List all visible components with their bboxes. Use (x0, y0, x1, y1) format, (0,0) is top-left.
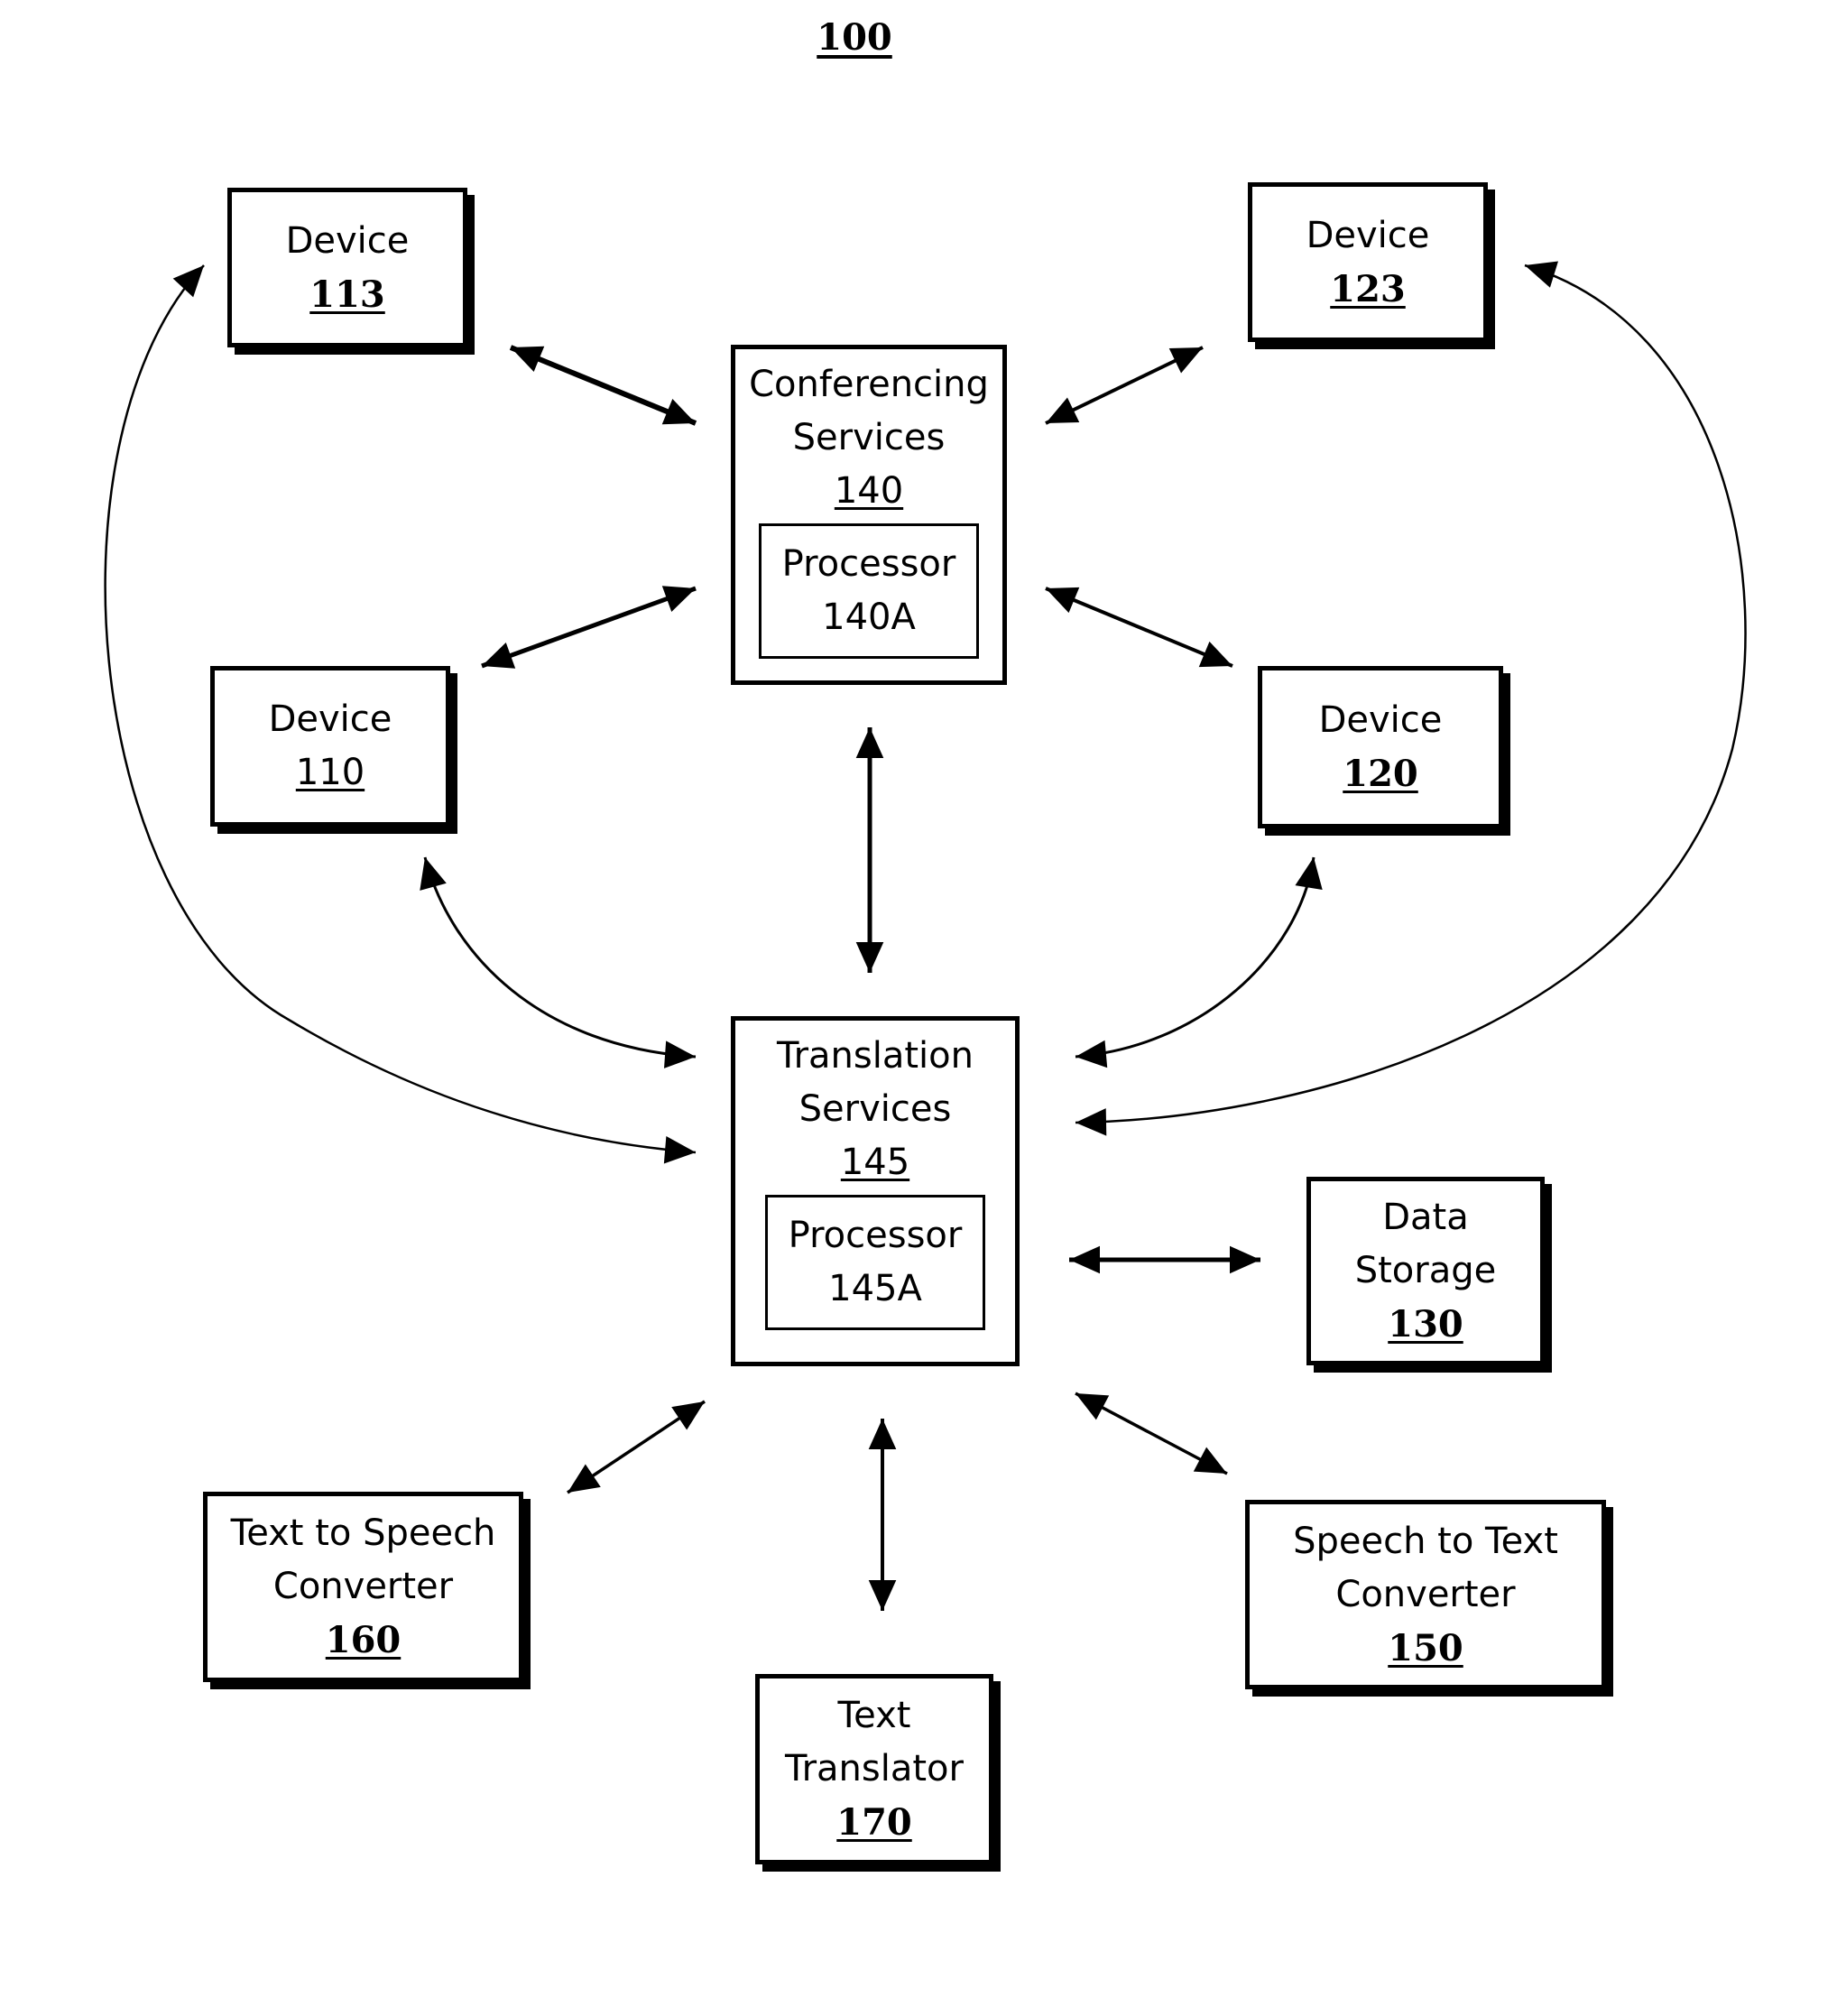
data-storage-box[interactable]: Data Storage 130 (1306, 1177, 1545, 1365)
arrowhead-145-130-start (1069, 1245, 1100, 1274)
stt-number: 150 (1388, 1626, 1463, 1669)
processor-140a-box[interactable]: Processor 140A (759, 523, 979, 659)
device-123-number: 123 (1330, 267, 1406, 310)
translation-line1: Translation (777, 1035, 974, 1077)
speech-to-text-box[interactable]: Speech to Text Converter 150 (1245, 1500, 1606, 1689)
arrowhead-140-145-end (855, 942, 884, 973)
arrowhead-123-145-end (1075, 1108, 1107, 1136)
conferencing-line2: Services (792, 417, 946, 458)
connector-110-140 (481, 586, 697, 669)
arrowhead-120-145-end (1075, 1040, 1108, 1068)
processor-145a-box[interactable]: Processor 145A (765, 1195, 985, 1330)
arrowhead-110-145-start (420, 857, 447, 891)
text-translator-box[interactable]: Text Translator 170 (755, 1674, 993, 1864)
arrowhead-120-145-start (1295, 857, 1323, 891)
processor-140a-label: Processor (781, 543, 956, 585)
translation-services-box[interactable]: Translation Services 145 Processor 145A (731, 1016, 1020, 1366)
arrowhead-110-145-end (664, 1040, 696, 1068)
device-120-label: Device (1318, 699, 1443, 741)
device-113-number: 113 (309, 273, 385, 316)
processor-145a-number: 145A (828, 1268, 922, 1309)
conferencing-services-box[interactable]: Conferencing Services 140 Processor 140A (731, 345, 1007, 685)
arrowhead-110-140-end (661, 586, 696, 612)
device-110-box[interactable]: Device 110 (210, 666, 450, 827)
stt-line1: Speech to Text (1293, 1520, 1558, 1562)
device-113-box[interactable]: Device 113 (227, 188, 467, 347)
arrowhead-145-170-start (868, 1419, 897, 1449)
arrowhead-145-160-start (568, 1464, 601, 1493)
device-110-number: 110 (295, 752, 365, 793)
device-110-label: Device (268, 698, 392, 740)
data-storage-number: 130 (1388, 1303, 1463, 1346)
arrowhead-110-140-start (482, 643, 516, 669)
translation-number: 145 (840, 1142, 910, 1183)
arrowhead-145-150-start (1075, 1393, 1110, 1420)
device-120-box[interactable]: Device 120 (1258, 666, 1503, 828)
translator-line2: Translator (785, 1748, 964, 1789)
conferencing-line1: Conferencing (749, 364, 989, 405)
translator-number: 170 (836, 1801, 912, 1844)
arrowhead-113-145-end (663, 1135, 696, 1164)
data-storage-line1: Data (1382, 1197, 1469, 1238)
device-120-number: 120 (1343, 753, 1418, 795)
arrowhead-145-170-end (868, 1580, 897, 1611)
tts-line1: Text to Speech (230, 1512, 496, 1554)
arrowhead-145-150-end (1193, 1447, 1227, 1474)
connector-110-145 (423, 856, 697, 1059)
arrowhead-113-145-start (172, 265, 204, 298)
device-123-box[interactable]: Device 123 (1248, 182, 1488, 342)
arrowhead-145-130-end (1230, 1245, 1260, 1274)
arrowhead-145-160-end (671, 1401, 705, 1430)
device-113-label: Device (285, 219, 410, 262)
conferencing-number: 140 (834, 470, 904, 512)
processor-140a-number: 140A (822, 596, 916, 638)
arrowhead-140-145-start (855, 727, 884, 758)
tts-line2: Converter (272, 1566, 454, 1607)
processor-145a-label: Processor (788, 1215, 963, 1256)
translation-line2: Services (798, 1088, 952, 1130)
figure-number: 100 (817, 16, 892, 59)
stt-line2: Converter (1335, 1573, 1516, 1615)
translator-line1: Text (837, 1695, 911, 1736)
device-123-label: Device (1306, 214, 1430, 256)
connector-120-145 (1075, 856, 1315, 1059)
text-to-speech-box[interactable]: Text to Speech Converter 160 (203, 1492, 523, 1682)
tts-number: 160 (325, 1619, 402, 1661)
arrowhead-123-145-start (1525, 261, 1559, 288)
data-storage-line2: Storage (1354, 1250, 1497, 1291)
